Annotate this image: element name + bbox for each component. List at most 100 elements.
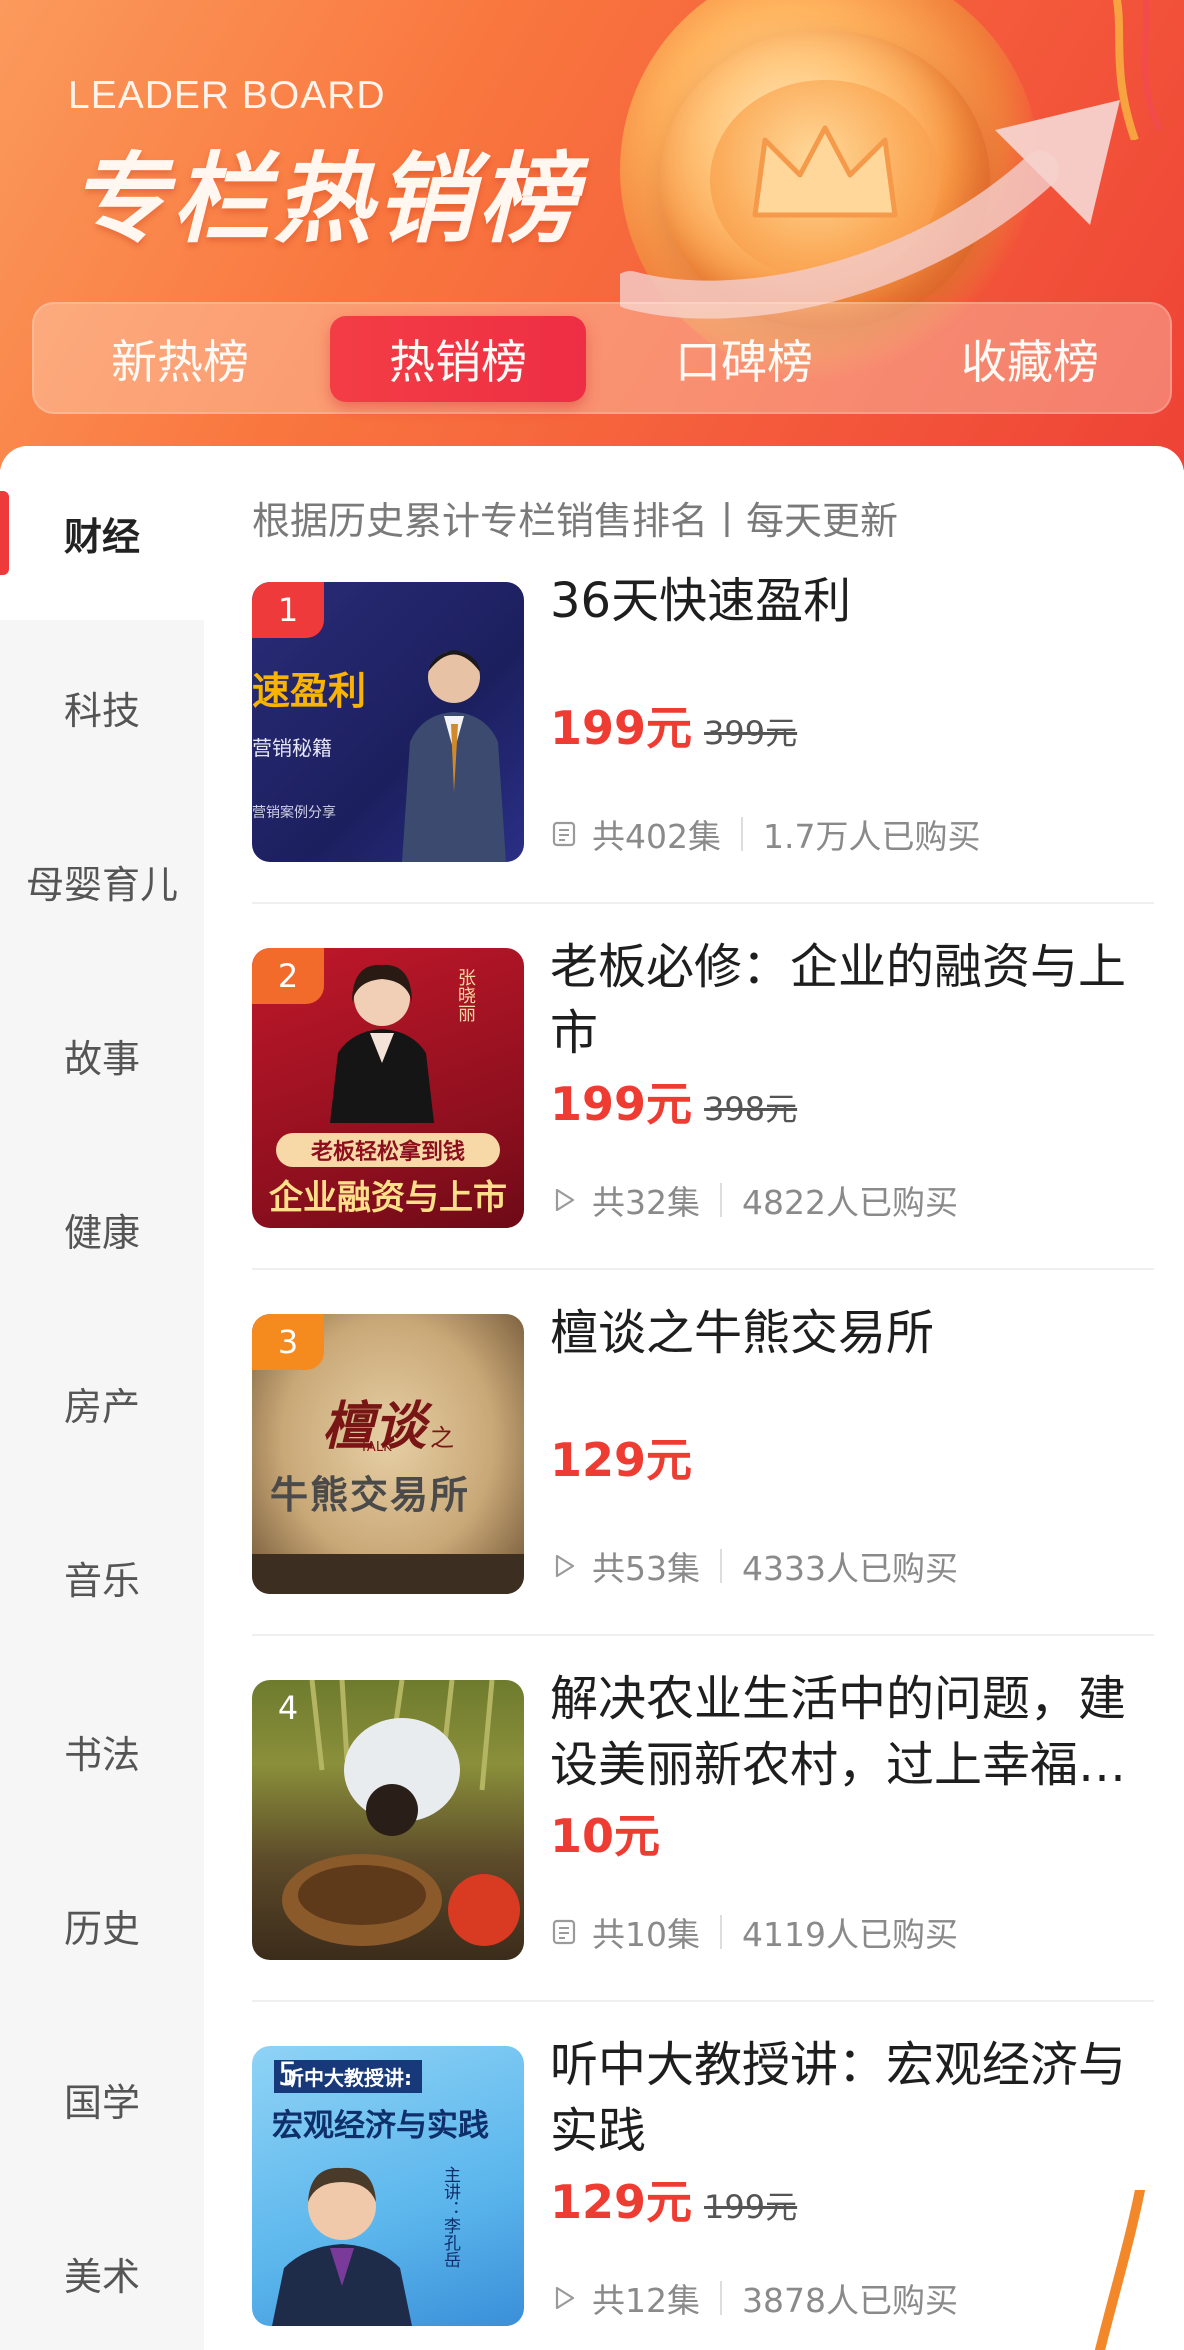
banner-title: 专栏热销榜 [70, 143, 581, 257]
current-price: 129元 [550, 2175, 693, 2229]
presenter-figure [402, 650, 506, 862]
tab-new-hot[interactable]: 新热榜 [52, 316, 308, 402]
episode-count: 共32集 [592, 1183, 700, 1222]
course-meta: 共402集 1.7万人已购买 [550, 810, 980, 858]
list-divider [252, 902, 1154, 904]
sidebar-item-label: 音乐 [63, 1558, 140, 1603]
cover-text: 企业融资与上市 [269, 1178, 507, 1218]
banner-subtitle: LEADER BOARD [68, 74, 386, 117]
cover-text: 宏观经济与实践 [272, 2108, 489, 2144]
cover-text: 营销秘籍 [252, 736, 332, 760]
rank-badge: 5 [277, 2055, 299, 2093]
current-price: 199元 [550, 701, 693, 755]
current-price: 10元 [550, 1809, 661, 1863]
sidebar-item-health[interactable]: 健康 [0, 1142, 204, 1316]
content-panel: 财经 科技 母婴育儿 故事 健康 房产 音乐 书法 历史 国学 美术 根据历史累… [0, 446, 1184, 2350]
original-price: 199元 [704, 2188, 798, 2226]
sidebar-item-stories[interactable]: 故事 [0, 968, 204, 1142]
course-cover: 檀谈 TALK 之 牛熊交易所 3 [252, 1314, 524, 1594]
sidebar-item-label: 故事 [63, 1036, 140, 1081]
price-row: 10元 [550, 1800, 660, 1866]
cover-text: 之 [430, 1424, 454, 1452]
rank-badge: 3 [252, 1314, 324, 1370]
meta-divider [741, 817, 743, 851]
document-icon [552, 821, 576, 847]
sidebar-item-tech[interactable]: 科技 [0, 620, 204, 794]
sidebar-item-label: 母婴育儿 [25, 862, 178, 907]
current-price: 199元 [550, 1077, 693, 1131]
list-divider [252, 1634, 1154, 1636]
rank-badge: 2 [252, 948, 324, 1004]
episode-count: 共12集 [592, 2281, 700, 2320]
course-cover: 4 [252, 1680, 524, 1960]
sidebar-item-music[interactable]: 音乐 [0, 1490, 204, 1664]
active-indicator [0, 491, 9, 575]
rank-badge: 4 [277, 1689, 299, 1727]
buyer-count: 4119人已购买 [742, 1915, 958, 1954]
list-item[interactable]: 4 解决农业生活中的问题，建设美丽新农村，过上幸福… 10元 共10集 4119… [252, 1671, 1152, 1960]
course-meta: 共32集 4822人已购买 [550, 1176, 958, 1224]
price-row: 199元 398元 [550, 1068, 797, 1134]
play-icon [555, 1554, 575, 1578]
cover-text: 老板轻松拿到钱 [276, 1133, 500, 1167]
course-title: 老板必修：企业的融资与上市 [550, 939, 1127, 1061]
price-row: 129元 199元 [550, 2166, 797, 2232]
sidebar-item-label: 美术 [63, 2254, 140, 2299]
list-item[interactable]: 张晓丽 老板轻松拿到钱 企业融资与上市 2 老板必修：企业的融资与上市 199元… [252, 939, 1152, 1228]
tab-favorites[interactable]: 收藏榜 [902, 316, 1158, 402]
tab-reputation[interactable]: 口碑榜 [616, 316, 872, 402]
sidebar-item-calligraphy[interactable]: 书法 [0, 1664, 204, 1838]
presenter-figure [272, 2167, 412, 2326]
cover-text: 张晓丽 [455, 968, 476, 1022]
list-divider [252, 2000, 1154, 2002]
meta-divider [720, 1549, 722, 1583]
current-price: 129元 [550, 1433, 693, 1487]
course-meta: 共53集 4333人已购买 [550, 1542, 958, 1590]
category-sidebar: 财经 科技 母婴育儿 故事 健康 房产 音乐 书法 历史 国学 美术 [0, 446, 204, 2350]
course-cover: 张晓丽 老板轻松拿到钱 企业融资与上市 2 [252, 948, 524, 1228]
sidebar-item-history[interactable]: 历史 [0, 1838, 204, 2012]
buyer-count: 4333人已购买 [742, 1549, 958, 1588]
sidebar-item-label: 书法 [63, 1732, 140, 1777]
course-cover: 听中大教授讲: 宏观经济与实践 主讲：李孔岳 5 [252, 2046, 524, 2326]
buyer-count: 3878人已购买 [742, 2281, 958, 2320]
price-row: 199元 399元 [550, 692, 797, 758]
buyer-count: 1.7万人已购买 [763, 817, 981, 856]
sidebar-item-finance[interactable]: 财经 [0, 446, 204, 620]
sidebar-item-label: 财经 [63, 514, 140, 559]
document-icon [552, 1919, 576, 1945]
meta-divider [720, 1915, 722, 1949]
course-title: 檀谈之牛熊交易所 [550, 1305, 935, 1361]
leaderboard-banner: LEADER BOARD 专栏热销榜 新热榜 热销榜 口碑榜 收藏榜 [0, 0, 1184, 470]
course-meta: 共12集 3878人已购买 [550, 2274, 958, 2322]
sidebar-item-real-estate[interactable]: 房产 [0, 1316, 204, 1490]
play-icon [555, 1188, 575, 1212]
list-item[interactable]: 檀谈 TALK 之 牛熊交易所 3 檀谈之牛熊交易所 129元 共53集 433… [252, 1305, 1152, 1594]
course-meta: 共10集 4119人已购买 [550, 1908, 958, 1956]
play-icon [555, 2286, 575, 2310]
list-item[interactable]: 速盈利 营销秘籍 营销案例分享 1 36天快速盈利 199元 399元 共402… [252, 573, 1152, 862]
course-cover: 速盈利 营销秘籍 营销案例分享 1 [252, 582, 524, 862]
rank-tab-bar: 新热榜 热销榜 口碑榜 收藏榜 [32, 302, 1172, 414]
course-title: 解决农业生活中的问题，建设美丽新农村，过上幸福… [550, 1671, 1127, 1793]
original-price: 398元 [704, 1090, 798, 1128]
buyer-count: 4822人已购买 [742, 1183, 958, 1222]
cover-text: 速盈利 [252, 669, 367, 713]
cover-text: 主讲：李孔岳 [440, 2166, 460, 2268]
sidebar-item-sinology[interactable]: 国学 [0, 2012, 204, 2186]
list-item[interactable]: 听中大教授讲: 宏观经济与实践 主讲：李孔岳 5 听中大教授讲：宏观经济与实践 … [252, 2037, 1152, 2326]
episode-count: 共53集 [592, 1549, 700, 1588]
cover-text: 营销案例分享 [252, 805, 336, 821]
decorative-stroke [1095, 2190, 1145, 2350]
sidebar-item-label: 健康 [63, 1210, 140, 1255]
sidebar-item-parenting[interactable]: 母婴育儿 [0, 794, 204, 968]
sidebar-item-label: 科技 [63, 688, 140, 733]
cover-text: 牛熊交易所 [270, 1473, 471, 1517]
rank-badge: 1 [252, 582, 324, 638]
tab-best-selling[interactable]: 热销榜 [330, 316, 586, 402]
list-divider [252, 1268, 1154, 1270]
episode-count: 共10集 [592, 1915, 700, 1954]
sidebar-item-label: 历史 [63, 1906, 140, 1951]
cover-base [252, 1554, 524, 1594]
sidebar-item-art[interactable]: 美术 [0, 2186, 204, 2350]
